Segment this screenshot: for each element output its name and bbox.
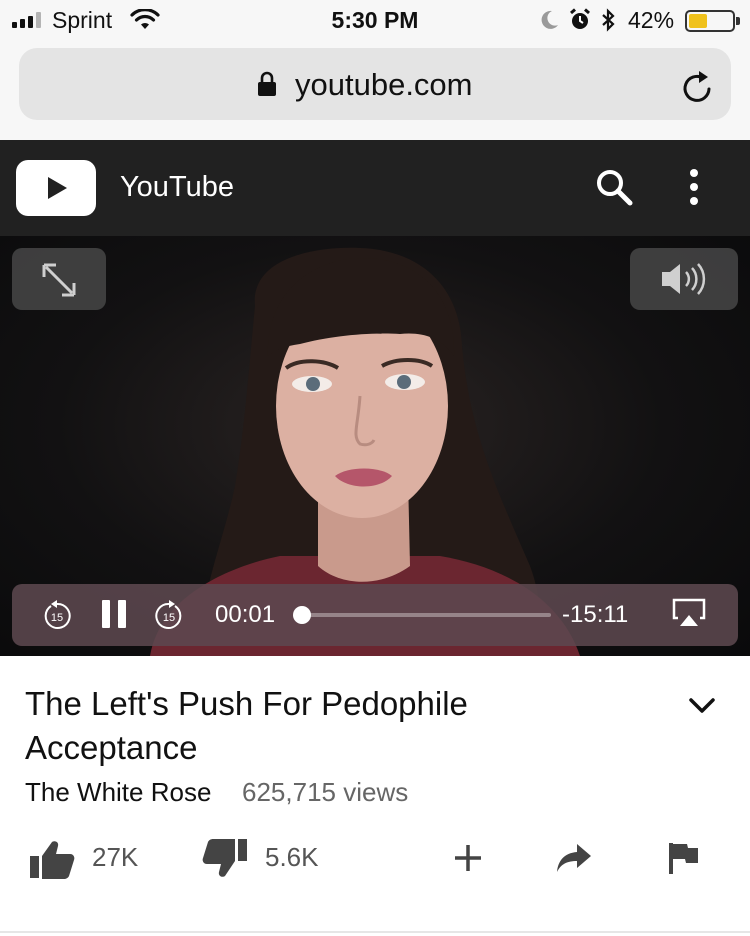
add-to-playlist-icon[interactable] [452,842,484,874]
moon-icon [541,10,558,29]
skip-back-label: 15 [51,612,63,624]
youtube-header: YouTube [0,140,750,236]
url-text: youtube.com [295,67,473,102]
address-bar[interactable]: youtube.com [19,48,731,120]
lock-icon [258,71,276,96]
dislike-count: 5.6K [265,842,319,872]
skip-forward-15-icon[interactable]: 15 [154,599,184,631]
skip-forward-label: 15 [163,612,175,624]
video-player[interactable]: 15 15 00:01 -15:11 [0,236,750,656]
signal-icon [12,12,41,28]
playback-controls: 15 15 00:01 -15:11 [12,584,738,646]
status-bar: Sprint 5:30 PM 42% [0,0,750,40]
like-count: 27K [92,842,139,872]
browser-toolbar: youtube.com [0,40,750,140]
thumbs-up-icon[interactable] [28,838,76,880]
fullscreen-button[interactable] [12,248,106,310]
bluetooth-icon [602,8,615,32]
search-icon[interactable] [595,168,635,208]
reload-icon[interactable] [681,70,713,104]
more-vert-icon[interactable] [684,169,704,207]
app-title: YouTube [120,171,234,203]
channel-name[interactable]: The White Rose [25,777,211,808]
volume-button[interactable] [630,248,738,310]
wifi-icon [130,9,160,29]
battery-percentage: 42% [628,7,675,33]
fullscreen-icon [42,263,76,297]
alarm-icon [570,8,590,29]
airplay-icon[interactable] [672,598,706,628]
skip-back-15-icon[interactable]: 15 [42,599,72,631]
elapsed-time: 00:01 [215,601,276,628]
progress-bar[interactable] [293,606,551,624]
video-title[interactable]: The Left's Push For Pedophile Acceptance [25,682,645,770]
volume-icon [662,263,706,295]
divider [0,931,750,933]
pause-icon[interactable] [102,600,126,628]
video-info: The Left's Push For Pedophile Acceptance… [0,656,750,936]
remaining-time: -15:11 [562,601,629,628]
battery-icon [685,10,740,32]
scrubber-handle[interactable] [293,606,312,624]
thumbs-down-icon[interactable] [201,838,249,880]
carrier-label: Sprint [52,7,113,33]
flag-icon[interactable] [666,841,700,875]
youtube-logo-icon[interactable] [16,160,96,216]
share-icon[interactable] [555,842,593,874]
view-count: 625,715 views [242,777,409,807]
chevron-down-icon[interactable] [688,696,716,716]
